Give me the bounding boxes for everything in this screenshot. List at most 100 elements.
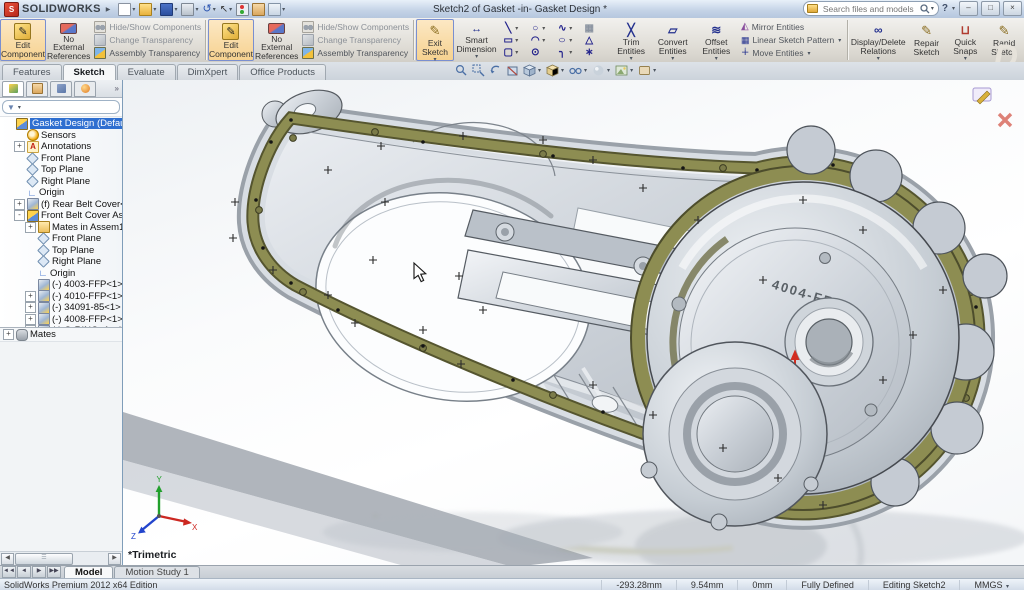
hide-show-items-button[interactable]: ▾	[569, 64, 588, 77]
previous-view-button[interactable]	[489, 64, 502, 77]
no-external-references-button[interactable]: No External References	[46, 19, 91, 61]
zoom-to-fit-button[interactable]	[455, 64, 468, 77]
expand-collapse-icon[interactable]: +	[14, 199, 25, 210]
select-button[interactable]: ↖▾	[219, 2, 234, 16]
search-icon[interactable]	[920, 4, 930, 14]
cancel-sketch-button[interactable]	[999, 114, 1011, 126]
file-properties-button[interactable]	[251, 2, 266, 16]
expand-collapse-icon[interactable]: -	[14, 210, 25, 221]
perimeter-circle-tool[interactable]: ⊙	[528, 47, 555, 58]
exit-sketch-button[interactable]: ✎ Exit Sketch▾	[416, 19, 454, 61]
expand-collapse-icon[interactable]: +	[25, 222, 36, 233]
last-tab-icon[interactable]: ▶▶	[47, 566, 61, 578]
change-transparency-button[interactable]: Change Transparency	[94, 34, 201, 46]
configurationmanager-tab[interactable]	[50, 81, 72, 97]
search-scope-folder-icon[interactable]	[807, 4, 818, 13]
tree-item[interactable]: Right Plane	[0, 176, 122, 188]
expand-collapse-icon[interactable]: +	[25, 314, 36, 325]
tree-item[interactable]: +(-) 4010-FFP<1> (Defau	[0, 291, 122, 303]
edit-component-button-2[interactable]: ✎ Edit Component	[208, 19, 254, 61]
search-box[interactable]: ▾	[803, 1, 939, 16]
undo-button[interactable]: ↺▾	[201, 2, 217, 16]
tree-filter-input[interactable]: ▼ ▾	[2, 100, 120, 114]
close-button[interactable]: ×	[1003, 1, 1022, 16]
hide-show-components-button[interactable]: Hide/Show Components	[94, 21, 201, 33]
tree-item[interactable]: Right Plane	[0, 256, 122, 268]
polygon-tool[interactable]: △	[582, 35, 609, 46]
tree-item-mates[interactable]: + Mates	[0, 329, 122, 341]
offset-entities-button[interactable]: ≋ Offset Entities▾	[695, 19, 739, 61]
apply-scene-button[interactable]: ▾	[615, 64, 634, 77]
circle-tool[interactable]: ○▾	[528, 23, 555, 34]
sketch-fillet-tool[interactable]: ╮▾	[555, 47, 582, 58]
tree-item[interactable]: (-) 4003-FFP<1> (Defau	[0, 279, 122, 291]
tree-item[interactable]: ∟Origin	[0, 187, 122, 199]
no-external-references-button-2[interactable]: No External References	[254, 19, 299, 61]
tree-item[interactable]: -Front Belt Cover Assembly<	[0, 210, 122, 222]
new-document-button[interactable]: ▾	[117, 2, 137, 16]
tree-item[interactable]: Front Plane	[0, 233, 122, 245]
graphics-viewport[interactable]: 4004-FFP	[123, 80, 1024, 565]
assembly-transparency-button-2[interactable]: Assembly Transparency	[302, 47, 409, 59]
tree-item[interactable]: Sensors	[0, 130, 122, 142]
zoom-to-area-button[interactable]	[472, 64, 485, 77]
edit-appearance-button[interactable]: ▾	[592, 64, 611, 77]
propertymanager-tab[interactable]	[26, 81, 48, 97]
smart-dimension-button[interactable]: ↔ Smart Dimension▾	[454, 19, 499, 61]
tab-office-products[interactable]: Office Products	[239, 64, 326, 80]
arc-tool[interactable]: ◠▾	[528, 35, 555, 46]
expand-collapse-icon[interactable]: +	[14, 141, 25, 152]
expand-collapse-icon[interactable]: +	[25, 302, 36, 313]
featuremanager-tab[interactable]	[2, 81, 24, 97]
panel-tabs-overflow[interactable]: »	[115, 84, 119, 93]
tree-item[interactable]: +(-) 4008-FFP<1> (Defau	[0, 314, 122, 326]
scroll-right-icon[interactable]: ▶	[108, 553, 121, 565]
print-button[interactable]: ▾	[180, 2, 200, 16]
slot-tool[interactable]: ▢▾	[501, 47, 528, 58]
convert-entities-button[interactable]: ▱ Convert Entities▾	[651, 19, 695, 61]
maximize-button[interactable]: □	[981, 1, 1000, 16]
tree-item[interactable]: +AAnnotations	[0, 141, 122, 153]
linear-sketch-pattern-button[interactable]: ▦Linear Sketch Pattern▾	[741, 34, 843, 46]
displaymanager-tab[interactable]	[74, 81, 96, 97]
tab-dimxpert[interactable]: DimXpert	[177, 64, 239, 80]
tree-item[interactable]: Gasket Design (Default<Displa	[0, 118, 122, 130]
edit-component-button[interactable]: ✎ Edit Component	[0, 19, 46, 61]
change-transparency-button-2[interactable]: Change Transparency	[302, 34, 409, 46]
line-tool[interactable]: ╲▾	[501, 23, 528, 34]
exit-sketch-confirm-button[interactable]	[973, 88, 991, 104]
minimize-button[interactable]: –	[959, 1, 978, 16]
units-selector[interactable]: MMGS ▾	[959, 580, 1024, 590]
move-entities-button[interactable]: ∔Move Entities▾	[741, 47, 843, 59]
tree-item[interactable]: Front Plane	[0, 153, 122, 165]
first-tab-icon[interactable]: ◄◄	[2, 566, 16, 578]
hide-show-components-button-2[interactable]: Hide/Show Components	[302, 21, 409, 33]
prev-tab-icon[interactable]: ◄	[17, 566, 31, 578]
view-orientation-button[interactable]: ▾	[523, 64, 542, 77]
point-tool[interactable]: ∗	[582, 47, 609, 58]
rebuild-button[interactable]	[235, 2, 250, 16]
ellipse-tool[interactable]: ○▾	[555, 35, 582, 46]
help-dropdown-icon[interactable]: ▾	[952, 5, 955, 12]
open-button[interactable]: ▾	[138, 2, 158, 16]
sketch-picture-tool[interactable]: ▦	[582, 23, 609, 34]
tree-item[interactable]: +(f) Rear Belt Cover<1> (Def	[0, 199, 122, 211]
view-settings-button[interactable]: ▾	[638, 64, 657, 77]
tree-item[interactable]: Top Plane	[0, 164, 122, 176]
scroll-thumb[interactable]: ☰	[15, 553, 73, 565]
mirror-entities-button[interactable]: ◭Mirror Entities	[741, 21, 843, 33]
filter-dropdown-icon[interactable]: ▾	[18, 104, 21, 111]
tree-item[interactable]: Top Plane	[0, 245, 122, 257]
display-delete-relations-button[interactable]: ∞ Display/Delete Relations▾	[850, 19, 907, 61]
search-dropdown-icon[interactable]: ▾	[931, 5, 934, 12]
spline-tool[interactable]: ∿▾	[555, 23, 582, 34]
tree-item[interactable]: +Mates in Assem1	[0, 222, 122, 234]
menu-expand-icon[interactable]: ▶	[106, 6, 111, 13]
options-button[interactable]: ▾	[267, 2, 287, 16]
tree-horizontal-scrollbar[interactable]: ◀ ☰ ▶	[0, 551, 122, 565]
quick-snaps-button[interactable]: ⊔ Quick Snaps▾	[946, 19, 984, 61]
tree-item[interactable]: ∟Origin	[0, 268, 122, 280]
tab-sketch[interactable]: Sketch	[63, 64, 116, 80]
next-tab-icon[interactable]: ▶	[32, 566, 46, 578]
section-view-button[interactable]	[506, 64, 519, 77]
